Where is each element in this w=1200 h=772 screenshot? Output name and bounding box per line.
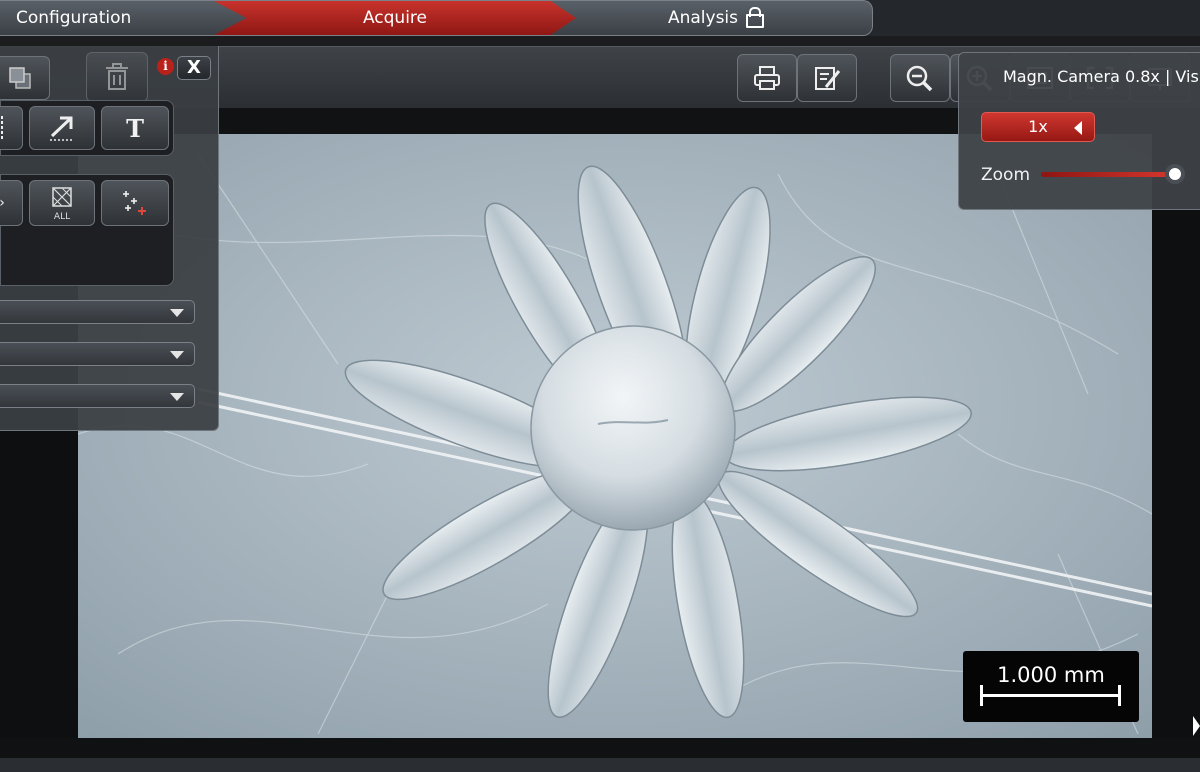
workflow-step-configuration[interactable]: Configuration bbox=[0, 1, 250, 35]
drawing-tools-group: T bbox=[0, 100, 174, 156]
line-tool-icon bbox=[1, 116, 3, 140]
scale-bar-label: 1.000 mm bbox=[997, 663, 1105, 687]
lock-icon bbox=[746, 7, 765, 28]
add-points-icon bbox=[123, 191, 146, 215]
zoom-select[interactable]: 1x bbox=[981, 112, 1095, 142]
chevron-left-icon bbox=[1074, 121, 1082, 135]
workflow-steps: Configuration Acquire Analysis bbox=[0, 0, 873, 36]
info-icon[interactable]: i bbox=[157, 58, 174, 75]
copy-icon bbox=[9, 67, 31, 89]
workflow-step-analysis[interactable]: Analysis bbox=[560, 1, 872, 35]
image-viewer[interactable] bbox=[78, 134, 1152, 738]
print-button[interactable] bbox=[737, 54, 797, 102]
specimen-image bbox=[78, 134, 1152, 738]
workflow-step-label: Analysis bbox=[667, 8, 739, 28]
delete-button[interactable] bbox=[86, 52, 148, 102]
zoom-value: 1x bbox=[1028, 117, 1048, 136]
dropdown-3[interactable] bbox=[0, 384, 195, 408]
dropdown-2[interactable] bbox=[0, 342, 195, 366]
arrow-tool-button[interactable] bbox=[29, 106, 95, 150]
report-icon bbox=[815, 67, 841, 90]
dropdown-1[interactable] bbox=[0, 300, 195, 324]
chevron-icon: › bbox=[0, 195, 5, 211]
line-tool-button[interactable] bbox=[0, 106, 23, 150]
add-points-button[interactable] bbox=[101, 180, 169, 226]
workflow-step-label: Configuration bbox=[16, 8, 132, 28]
magnification-header: Magn. Camera 0.8x | Vis bbox=[1003, 67, 1199, 86]
report-button[interactable] bbox=[797, 54, 857, 102]
workflow-bar: Configuration Acquire Analysis bbox=[0, 0, 1200, 36]
close-panel-button[interactable]: X bbox=[177, 56, 211, 80]
workflow-step-label: Acquire bbox=[362, 8, 428, 28]
zoom-out-icon bbox=[906, 65, 933, 92]
zoom-out-button[interactable] bbox=[890, 54, 950, 102]
chevron-down-icon bbox=[170, 393, 184, 401]
zoom-label: Zoom bbox=[981, 165, 1031, 185]
select-all-button[interactable]: ALL bbox=[29, 180, 95, 226]
text-tool-button[interactable]: T bbox=[101, 106, 169, 150]
chevron-down-icon bbox=[170, 351, 184, 359]
selection-tools-group: › ALL bbox=[0, 174, 174, 286]
previous-tool-button[interactable]: › bbox=[0, 180, 23, 226]
print-icon bbox=[754, 66, 780, 90]
trash-icon bbox=[106, 63, 128, 90]
zoom-slider-handle[interactable] bbox=[1165, 164, 1185, 184]
scale-bar-line bbox=[980, 685, 1121, 706]
chevron-down-icon bbox=[170, 309, 184, 317]
select-all-label: ALL bbox=[53, 212, 71, 222]
workflow-step-acquire[interactable]: Acquire bbox=[214, 1, 576, 35]
arrow-tool-icon bbox=[50, 116, 74, 141]
viewer-margin-left bbox=[0, 430, 78, 748]
zoom-slider[interactable] bbox=[1041, 172, 1175, 177]
mouse-cursor-icon bbox=[1193, 716, 1200, 736]
copy-button[interactable] bbox=[0, 56, 50, 100]
scale-bar[interactable]: 1.000 mm bbox=[963, 651, 1139, 722]
annotation-panel: T › ALL bbox=[0, 46, 219, 431]
status-bar bbox=[0, 758, 1200, 772]
text-tool-icon: T bbox=[126, 113, 144, 143]
